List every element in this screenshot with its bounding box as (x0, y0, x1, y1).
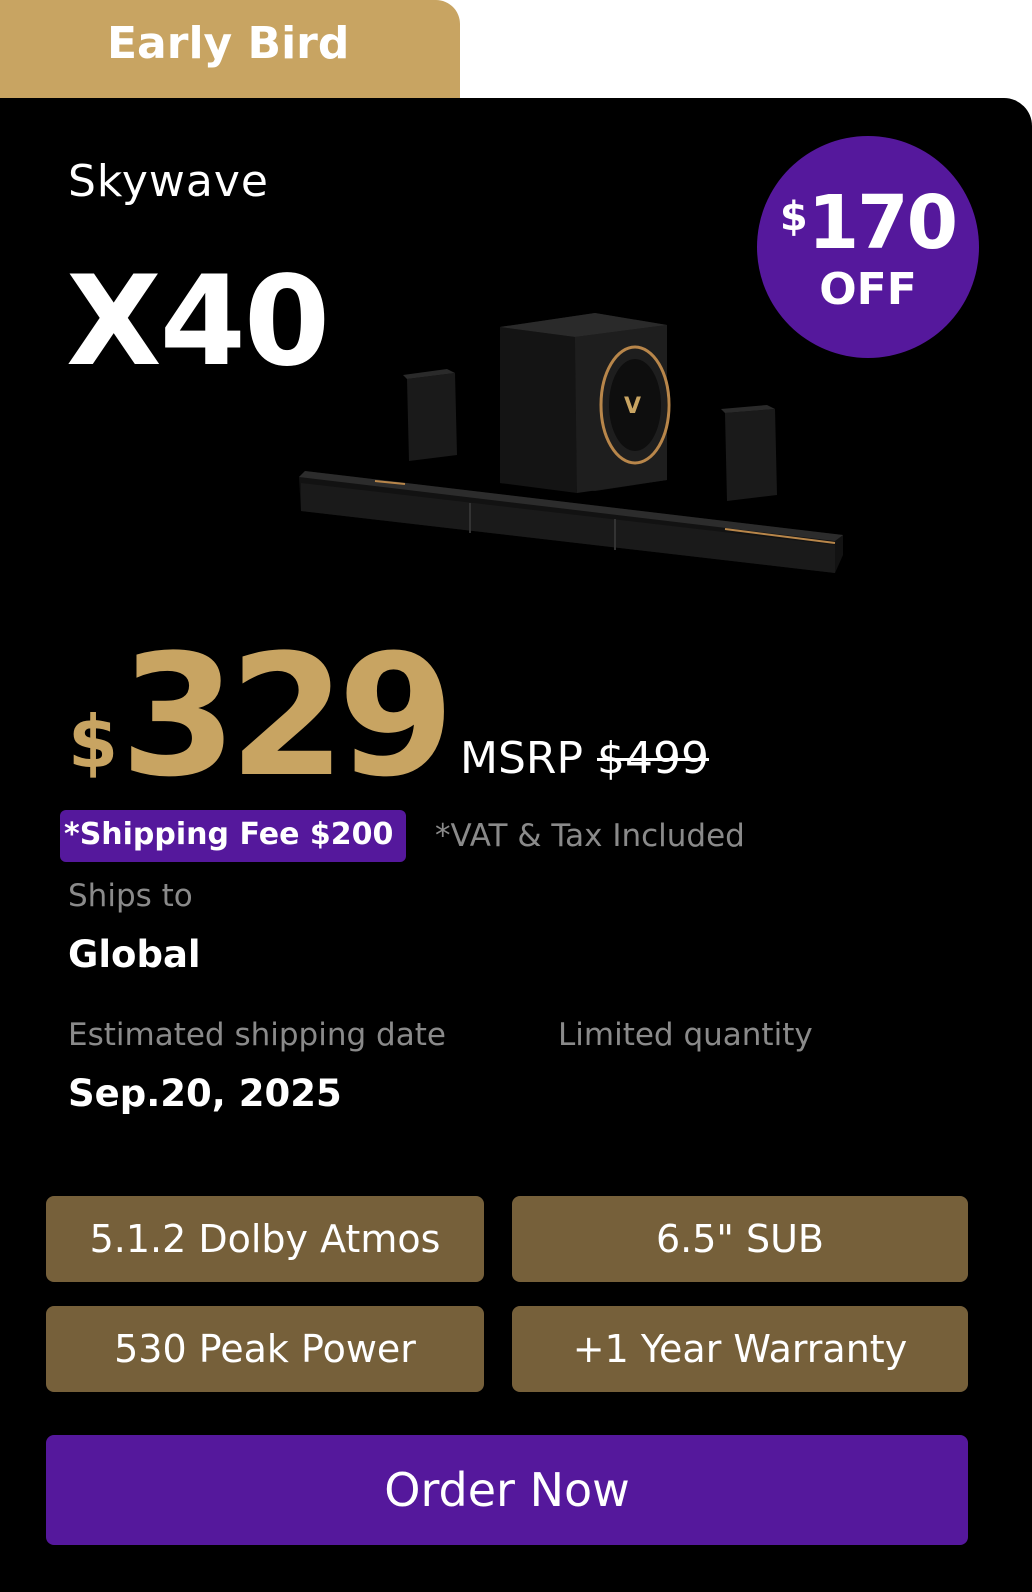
msrp: MSRP $499 (460, 733, 709, 784)
ships-to-label: Ships to (68, 878, 193, 914)
limited-quantity-label: Limited quantity (558, 1017, 813, 1053)
msrp-label: MSRP (460, 733, 583, 784)
early-bird-label: Early Bird (107, 18, 350, 69)
discount-currency: $ (779, 194, 808, 240)
shipping-date-value: Sep.20, 2025 (68, 1072, 342, 1115)
price-currency: $ (68, 700, 119, 784)
feature-dolby-atmos: 5.1.2 Dolby Atmos (46, 1196, 484, 1282)
tax-note: *VAT & Tax Included (435, 818, 745, 854)
product-image: V (299, 313, 843, 573)
feature-peak-power: 530 Peak Power (46, 1306, 484, 1392)
ships-to-value: Global (68, 933, 201, 976)
feature-subwoofer: 6.5" SUB (512, 1196, 968, 1282)
early-bird-tab: Early Bird (0, 0, 460, 108)
discount-amount: 170 (807, 180, 958, 266)
feature-warranty: +1 Year Warranty (512, 1306, 968, 1392)
right-speaker-graphic (721, 405, 777, 501)
subwoofer-graphic: V (500, 313, 671, 493)
shipping-date-label: Estimated shipping date (68, 1017, 446, 1053)
order-now-button[interactable]: Order Now (46, 1435, 968, 1545)
model-name: X40 (66, 250, 330, 394)
svg-text:V: V (624, 394, 641, 419)
brand-name: Skywave (68, 156, 269, 207)
price-value: 329 (120, 618, 455, 814)
left-speaker-graphic (403, 369, 457, 461)
msrp-value: $499 (597, 733, 709, 784)
shipping-fee-badge: *Shipping Fee $200 (60, 810, 406, 862)
